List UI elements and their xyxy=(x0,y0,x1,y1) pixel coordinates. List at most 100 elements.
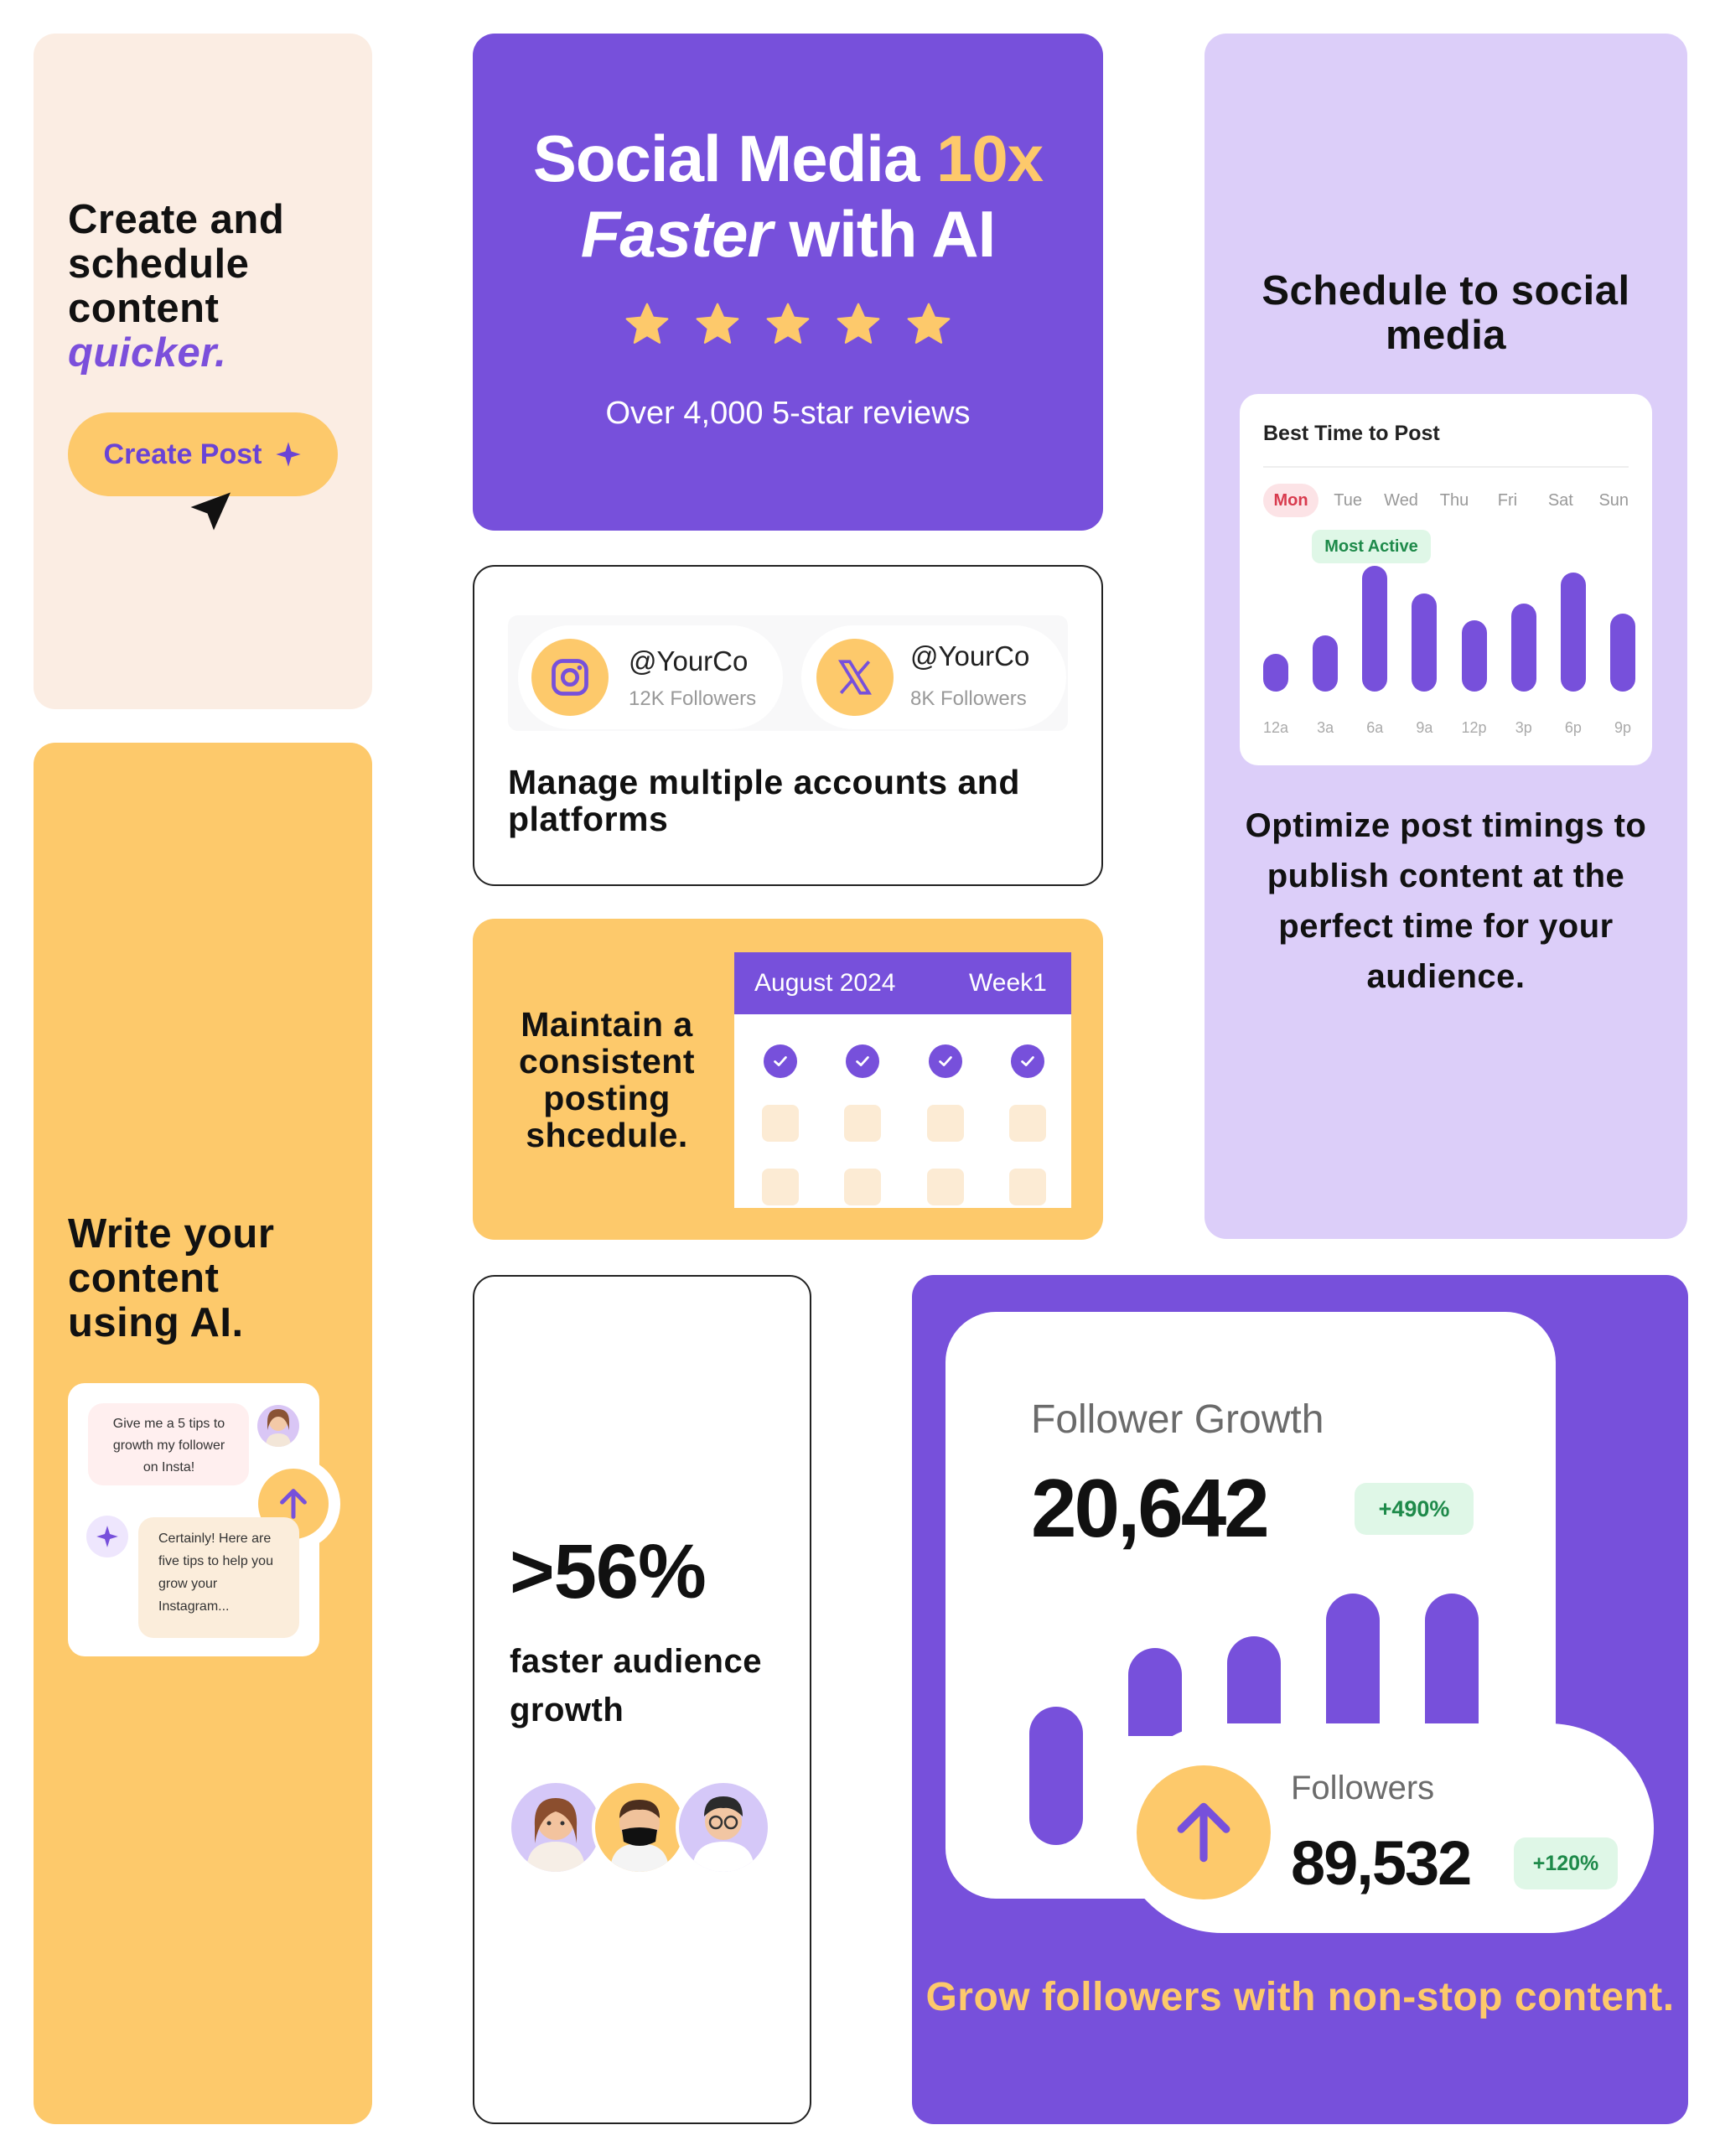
hour-label: 9a xyxy=(1416,719,1433,736)
day-sun[interactable]: Sun xyxy=(1588,484,1640,517)
scheduled-check-icon xyxy=(846,1044,879,1078)
star-icon xyxy=(837,303,880,344)
growth-bar xyxy=(1128,1647,1182,1736)
growth-stat: >56% xyxy=(510,1529,707,1614)
star-rating xyxy=(473,300,1103,349)
hero-title: Social Media 10x Faster with AI xyxy=(532,122,1044,271)
title-italic: Faster xyxy=(580,197,773,271)
divider xyxy=(1263,466,1629,468)
hour-label: 3a xyxy=(1317,719,1334,736)
follower-growth-title: Follower Growth xyxy=(1031,1397,1324,1442)
calendar-header: August 2024 Week1 xyxy=(734,952,1071,1014)
star-icon xyxy=(696,303,739,344)
growth-caption: Grow followers with non-stop content. xyxy=(925,1975,1675,2019)
arrow-up-icon xyxy=(1177,1802,1230,1863)
day-mon[interactable]: Mon xyxy=(1263,484,1318,517)
day-selector: Mon Tue Wed Thu Fri Sat Sun xyxy=(1263,484,1635,517)
heading-emphasis: quicker. xyxy=(68,330,227,376)
activity-bar xyxy=(1362,566,1388,692)
schedule-card: Schedule to social media Best Time to Po… xyxy=(1205,34,1687,1239)
avatar xyxy=(676,1780,771,1875)
follower-growth-value: 20,642 xyxy=(1031,1462,1270,1554)
calendar-slot[interactable] xyxy=(762,1169,799,1205)
scheduled-check-icon xyxy=(929,1044,962,1078)
account-pill-x[interactable]: @YourCo 8K Followers xyxy=(801,625,1066,729)
calendar-slot[interactable] xyxy=(762,1105,799,1142)
account-handle: @YourCo xyxy=(910,640,1030,671)
day-wed[interactable]: Wed xyxy=(1375,484,1427,517)
activity-bar xyxy=(1313,635,1339,692)
day-tue[interactable]: Tue xyxy=(1321,484,1374,517)
most-active-badge: Most Active xyxy=(1312,530,1431,563)
create-post-button[interactable]: Create Post xyxy=(68,412,338,496)
calendar-slot[interactable] xyxy=(844,1105,881,1142)
avatar xyxy=(508,1780,604,1875)
sparkle-icon xyxy=(96,1526,118,1547)
activity-bar xyxy=(1510,604,1536,692)
cursor-icon xyxy=(190,492,231,531)
chat-preview: Give me a 5 tips to growth my follower o… xyxy=(68,1383,340,1656)
calendar-grid xyxy=(734,1014,1071,1208)
ai-card-heading: Write your content using AI. xyxy=(68,1211,275,1345)
title-highlight: 10x xyxy=(936,122,1044,195)
schedule-description: Optimize post timings to publish content… xyxy=(1245,807,1647,995)
followers-up-circle xyxy=(1137,1765,1271,1899)
calendar-slot[interactable] xyxy=(1009,1105,1046,1142)
scheduled-check-icon xyxy=(764,1044,797,1078)
ai-reply-bubble: Certainly! Here are five tips to help yo… xyxy=(138,1517,299,1638)
x-icon xyxy=(816,639,894,716)
create-content-card: Create and schedule content quicker. Cre… xyxy=(34,34,372,709)
activity-bar xyxy=(1263,654,1288,692)
calendar-week: Week1 xyxy=(969,969,1047,997)
star-icon xyxy=(907,303,951,344)
calendar-slot[interactable] xyxy=(844,1169,881,1205)
sparkle-icon xyxy=(276,442,302,467)
ai-reply-text: Certainly! Here are five tips to help yo… xyxy=(158,1531,273,1614)
panel-title: Best Time to Post xyxy=(1263,422,1440,445)
growth-bar xyxy=(1425,1594,1479,1736)
growth-bar xyxy=(1227,1636,1281,1736)
create-card-heading: Create and schedule content quicker. xyxy=(68,198,353,376)
account-followers: 8K Followers xyxy=(910,687,1027,710)
calendar-slot[interactable] xyxy=(927,1105,964,1142)
day-thu[interactable]: Thu xyxy=(1427,484,1480,517)
followers-label: Followers xyxy=(1291,1770,1435,1806)
hour-label: 12p xyxy=(1461,719,1487,736)
calendar-heading: Maintain a consistent posting shcedule. xyxy=(518,1005,696,1154)
scheduled-check-icon xyxy=(1011,1044,1044,1078)
accounts-heading: Manage multiple accounts and platforms xyxy=(508,763,1020,838)
day-fri[interactable]: Fri xyxy=(1481,484,1534,517)
ai-writing-card: Write your content using AI. Give me a 5… xyxy=(34,743,372,2124)
followers-value: 89,532 xyxy=(1291,1828,1472,1898)
stat-subtitle: faster audience growth xyxy=(510,1643,762,1728)
growth-bar xyxy=(1029,1707,1083,1845)
activity-bar xyxy=(1461,619,1487,692)
account-handle: @YourCo xyxy=(629,645,749,676)
day-sat[interactable]: Sat xyxy=(1534,484,1587,517)
hour-label: 12a xyxy=(1262,719,1289,736)
star-icon xyxy=(766,303,810,344)
accounts-card: @YourCo 12K Followers @YourCo 8K Followe… xyxy=(473,565,1103,886)
hour-labels: 12a 3a 6a 9a 12p 3p 6p 9p xyxy=(1263,719,1635,744)
user-message-text: Give me a 5 tips to growth my follower o… xyxy=(112,1417,225,1474)
instagram-icon xyxy=(531,639,609,716)
follower-growth-card: Follower Growth 20,642 +490% Followers 8… xyxy=(912,1275,1688,2124)
reviews-text: Over 4,000 5-star reviews xyxy=(605,396,971,431)
activity-bar xyxy=(1560,572,1586,692)
calendar-card: Maintain a consistent posting shcedule. … xyxy=(473,919,1103,1240)
activity-chart xyxy=(1263,566,1635,692)
hour-label: 6a xyxy=(1366,719,1384,736)
followers-change-badge: +120% xyxy=(1514,1837,1618,1889)
hero-card: Social Media 10x Faster with AI Over 4,0… xyxy=(473,34,1103,531)
account-pill-instagram[interactable]: @YourCo 12K Followers xyxy=(518,625,783,729)
hour-label: 9p xyxy=(1614,719,1632,736)
growth-bar xyxy=(1326,1594,1380,1736)
account-followers: 12K Followers xyxy=(629,687,757,710)
user-avatar xyxy=(257,1405,299,1447)
activity-bar xyxy=(1412,593,1438,692)
calendar-slot[interactable] xyxy=(927,1169,964,1205)
hour-label: 6p xyxy=(1564,719,1582,736)
schedule-heading: Schedule to social media xyxy=(1262,268,1630,358)
calendar-slot[interactable] xyxy=(1009,1169,1046,1205)
calendar-widget: August 2024 Week1 xyxy=(734,952,1071,1208)
